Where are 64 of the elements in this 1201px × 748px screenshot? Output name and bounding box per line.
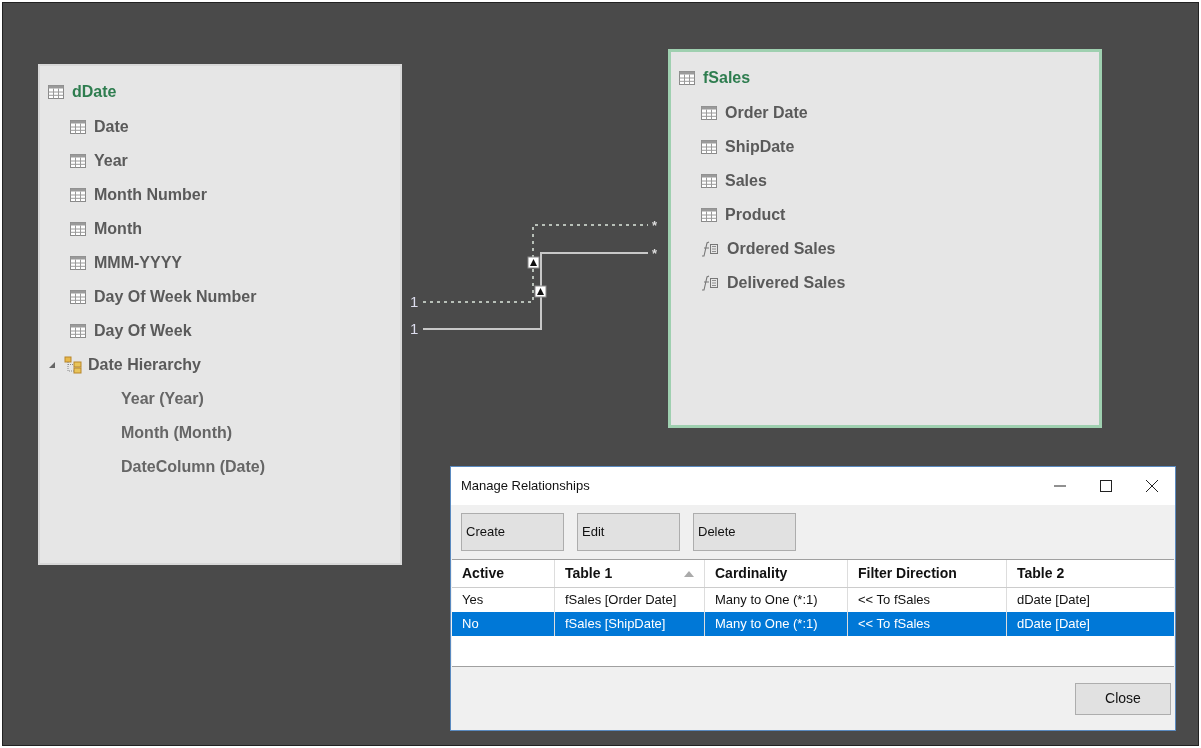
table-grid-icon bbox=[48, 85, 64, 99]
table-grid-icon bbox=[70, 120, 86, 134]
table-card[interactable]: fSales Order Date ShipDate Sales Product Ordered Sales Delivered Sales bbox=[668, 49, 1102, 428]
table-grid-icon bbox=[70, 290, 86, 304]
table-cell: fSales [ShipDate] bbox=[555, 612, 705, 636]
cardinality-one-label: 1 bbox=[410, 294, 419, 309]
table-grid-icon bbox=[701, 140, 717, 154]
table-cell: No bbox=[452, 612, 555, 636]
relationship-line[interactable] bbox=[422, 252, 649, 330]
table-grid-icon bbox=[70, 188, 86, 202]
table-grid-icon bbox=[70, 154, 86, 168]
relationship-line[interactable] bbox=[422, 224, 649, 303]
table-cell-text: dDate [Date] bbox=[1016, 591, 1091, 610]
field-label[interactable]: Year bbox=[94, 149, 128, 173]
column-header[interactable]: Table 1 bbox=[555, 560, 705, 587]
field-label[interactable]: Delivered Sales bbox=[727, 271, 846, 295]
sort-ascending-icon bbox=[684, 570, 694, 577]
column-header[interactable]: Cardinality bbox=[705, 560, 848, 587]
toolbar-button[interactable]: Create bbox=[461, 513, 564, 551]
field-label[interactable]: Month Number bbox=[94, 183, 207, 207]
table-grid-icon bbox=[70, 324, 86, 338]
cardinality-many-label: * bbox=[652, 247, 658, 260]
table-cell: Many to One (*:1) bbox=[705, 612, 848, 636]
field-label[interactable]: Date bbox=[94, 115, 129, 139]
calculator-fx-icon bbox=[701, 275, 719, 291]
table-grid-icon bbox=[701, 106, 717, 120]
field-label[interactable]: Product bbox=[725, 203, 786, 227]
hierarchy-icon bbox=[62, 356, 84, 374]
table-title: fSales bbox=[703, 68, 751, 88]
filter-arrow-icon bbox=[534, 285, 547, 298]
toolbar-button[interactable]: Delete bbox=[693, 513, 796, 551]
close-button[interactable]: Close bbox=[1075, 682, 1171, 715]
toolbar-button[interactable]: Edit bbox=[577, 513, 680, 551]
hierarchy-level-label[interactable]: Month (Month) bbox=[121, 421, 233, 445]
column-header[interactable]: Table 2 bbox=[1007, 560, 1174, 587]
filter-arrow-icon bbox=[527, 256, 540, 269]
field-label[interactable]: Order Date bbox=[725, 101, 808, 125]
table-grid-icon bbox=[701, 174, 717, 188]
table-cell-text: dDate [Date] bbox=[1016, 615, 1091, 634]
cardinality-one-label: 1 bbox=[410, 321, 419, 336]
field-label[interactable]: Day Of Week Number bbox=[94, 285, 257, 309]
table-grid-icon bbox=[70, 222, 86, 236]
table-grid-icon bbox=[701, 208, 717, 222]
relationship-row[interactable]: No fSales [ShipDate] Many to One (*:1) << To fSales dDate [Date] bbox=[452, 612, 1174, 636]
field-label[interactable]: Day Of Week bbox=[94, 319, 192, 343]
field-label[interactable]: Date Hierarchy bbox=[88, 353, 201, 377]
table-grid-icon bbox=[70, 256, 86, 270]
field-label[interactable]: Month bbox=[94, 217, 142, 241]
hierarchy-level-label[interactable]: DateColumn (Date) bbox=[121, 455, 265, 479]
column-header[interactable]: Filter Direction bbox=[848, 560, 1007, 587]
field-label[interactable]: Sales bbox=[725, 169, 767, 193]
column-header[interactable]: Active bbox=[452, 560, 555, 587]
field-label[interactable]: Ordered Sales bbox=[727, 237, 836, 261]
dialog-title: Manage Relationships bbox=[461, 477, 591, 496]
field-label[interactable]: ShipDate bbox=[725, 135, 795, 159]
cardinality-many-label: * bbox=[652, 219, 658, 232]
calculator-fx-icon bbox=[701, 241, 719, 257]
hierarchy-level-label[interactable]: Year (Year) bbox=[121, 387, 204, 411]
table-cell: << To fSales bbox=[848, 612, 1007, 636]
table-card[interactable]: dDate Date Year Month Number Month MMM-YYYY Day Of Week Number Day Of Week Date Hierarchy Year (Year) Month (Month) DateColumn (Date) bbox=[38, 64, 402, 565]
table-grid-icon bbox=[679, 71, 695, 85]
field-label[interactable]: MMM-YYYY bbox=[94, 251, 182, 275]
expand-triangle-icon[interactable] bbox=[48, 361, 58, 369]
table-title: dDate bbox=[72, 82, 117, 102]
